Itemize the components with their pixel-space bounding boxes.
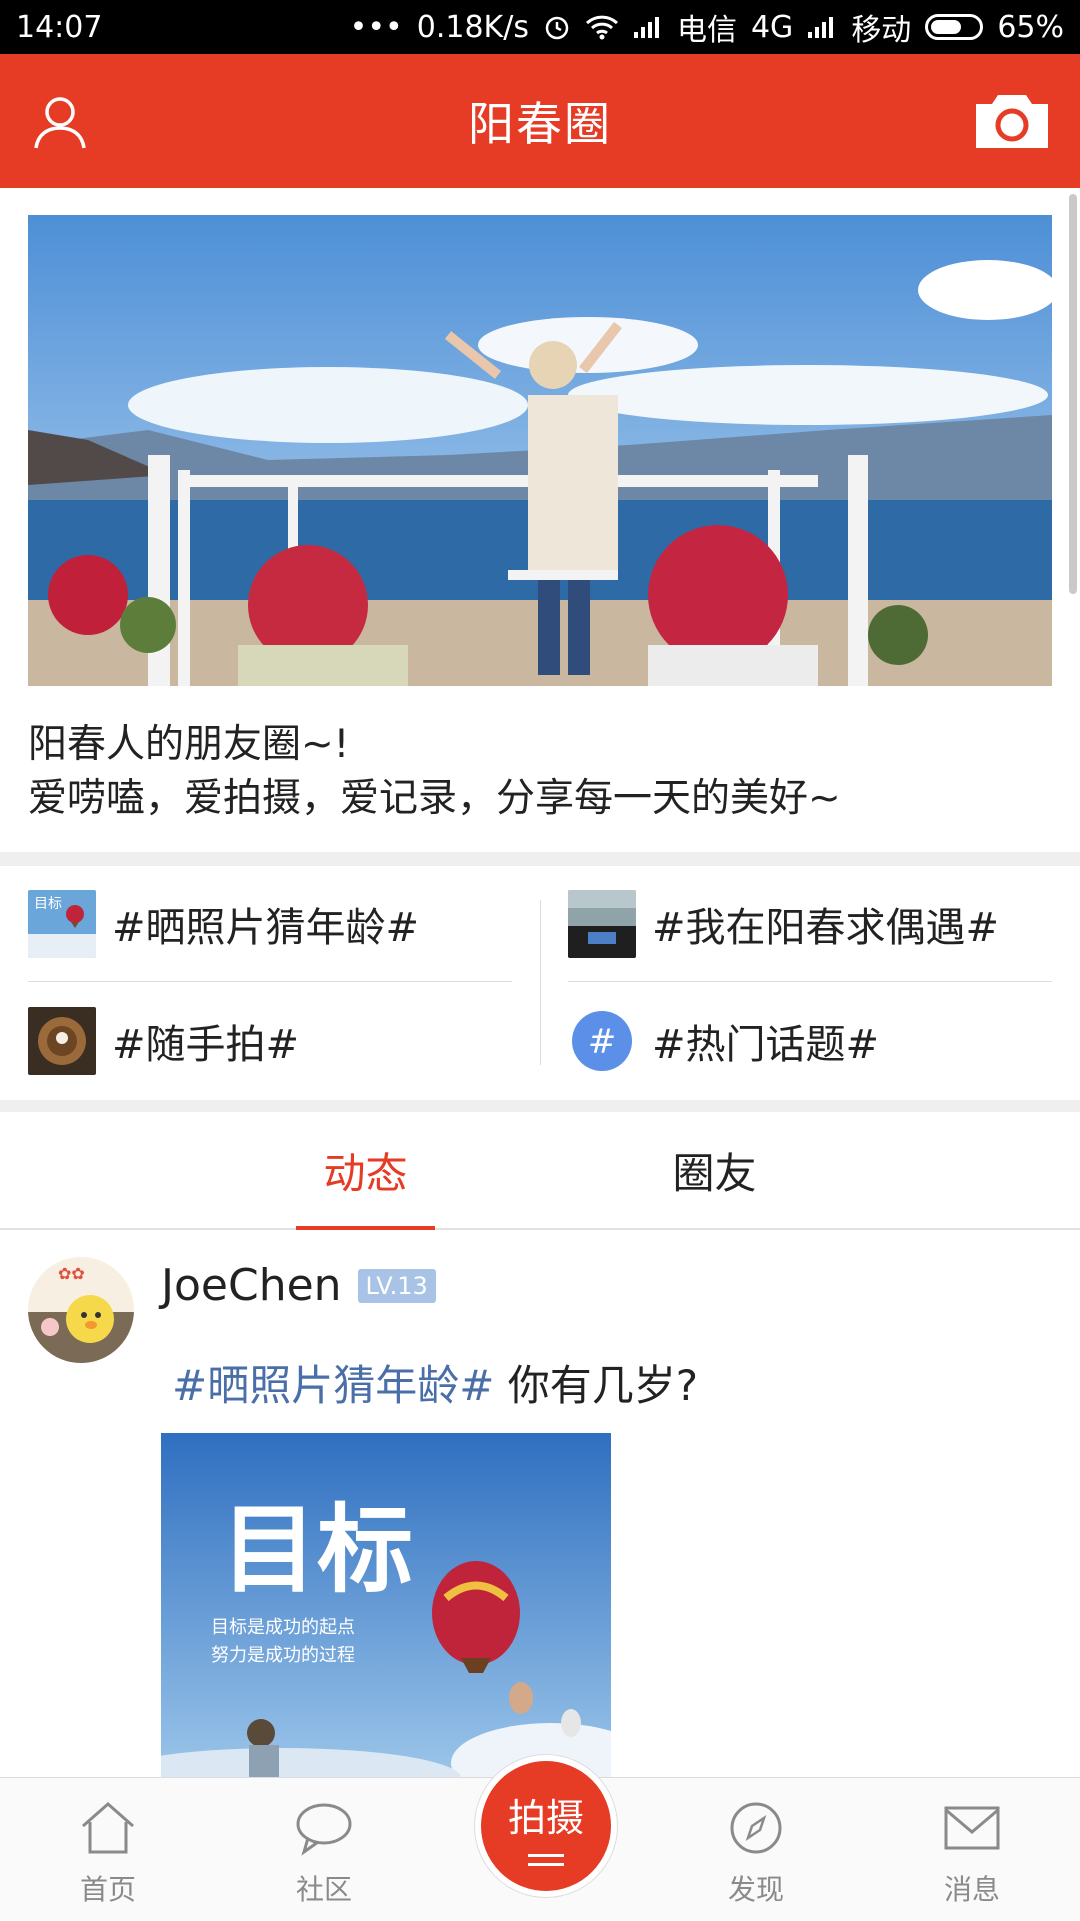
tab-circle-friends[interactable]: 圈友 [645,1112,784,1228]
shoot-label: 拍摄 [507,1795,584,1840]
post-content: #晒照片猜年龄# 你有几岁? [172,1352,698,1413]
car-dashboard-thumbnail [568,890,636,958]
level-badge: LV.13 [357,1268,436,1303]
post-text: 你有几岁? [494,1361,699,1410]
scrollbar[interactable] [1069,194,1077,594]
home-icon [82,1802,134,1854]
shoot-button[interactable]: 拍摄 [475,1755,617,1897]
grid-divider [540,900,541,1065]
nav-discover[interactable]: 发现 [686,1778,826,1921]
status-right: ••• 0.18K/s 电信 4G 移动 65% [350,5,1064,49]
username[interactable]: JoeChen [161,1260,342,1311]
balloon-thumbnail: 目标 [28,890,96,958]
svg-text:目标: 目标 [34,896,62,912]
hashtag-icon: # [568,1007,636,1075]
carrier-2: 移动 [851,13,912,48]
topic-item[interactable]: #随手拍# [28,1006,299,1076]
grid-divider [568,981,1052,982]
menu-lines-icon [528,1848,564,1872]
envelope-icon [944,1806,1000,1850]
avatar[interactable]: ✿✿ [28,1257,134,1363]
carrier-1: 电信 [676,13,737,48]
network-speed: 0.18K/s [416,9,529,45]
topic-label: #晒照片猜年龄# [112,905,420,951]
topic-item[interactable]: #我在阳春求偶遇# [568,889,999,959]
status-dots: ••• [349,9,403,45]
battery-icon [925,14,984,40]
nav-messages[interactable]: 消息 [902,1778,1042,1921]
signal-icon [633,15,663,39]
tab-dynamics[interactable]: 动态 [296,1112,435,1228]
post-header: JoeChen LV.13 [161,1260,436,1311]
compass-icon [730,1802,782,1854]
topic-item[interactable]: 目标 #晒照片猜年龄# [28,889,419,959]
network-type: 4G [750,9,794,45]
nav-community[interactable]: 社区 [254,1778,394,1921]
topic-label: #我在阳春求偶遇# [652,905,1000,951]
active-tab-indicator [296,1226,435,1230]
post-image-line-1: 目标是成功的起点 [211,1617,355,1638]
banner-image[interactable] [28,215,1052,686]
intro-line-2: 爱唠嗑，爱拍摄，爱记录，分享每一天的美好~ [28,776,841,821]
app-header: 阳春圈 [0,54,1080,188]
status-time: 14:07 [16,9,103,45]
camera-icon[interactable] [972,90,1052,152]
topic-label: #热门话题# [652,1022,880,1068]
nav-home[interactable]: 首页 [38,1778,178,1921]
feed-tabs: 动态 圈友 [0,1112,1080,1230]
grid-divider [28,981,512,982]
topic-item[interactable]: # #热门话题# [568,1006,879,1076]
battery-level [931,20,962,34]
signal-icon-2 [807,15,837,39]
intro-line-1: 阳春人的朋友圈~! [28,722,350,767]
section-divider [0,852,1080,866]
circle-intro: 阳春人的朋友圈~! 爱唠嗑，爱拍摄，爱记录，分享每一天的美好~ [28,718,1048,826]
section-divider [0,1100,1080,1112]
nav-label: 社区 [295,1873,352,1906]
page-title: 阳春圈 [468,97,612,151]
chat-bubble-icon [296,1803,352,1856]
wifi-icon [585,14,619,40]
alarm-icon [543,13,571,41]
post-image-title: 目标 [221,1493,413,1606]
topic-label: #随手拍# [112,1022,300,1068]
nav-label: 首页 [79,1873,136,1906]
nav-label: 发现 [727,1873,784,1906]
status-bar: 14:07 ••• 0.18K/s 电信 4G 移动 65% [0,0,1080,54]
post-image[interactable]: 目标 目标是成功的起点 努力是成功的过程 [161,1433,611,1778]
post-image-line-2: 努力是成功的过程 [211,1645,355,1666]
battery-percent: 65% [997,9,1064,45]
bowl-thumbnail [28,1007,96,1075]
nav-label: 消息 [943,1873,1000,1906]
svg-text:#: # [588,1022,617,1062]
svg-text:✿✿: ✿✿ [58,1264,85,1283]
user-profile-icon[interactable] [30,92,90,152]
post-hashtag-link[interactable]: #晒照片猜年龄# [172,1361,494,1410]
